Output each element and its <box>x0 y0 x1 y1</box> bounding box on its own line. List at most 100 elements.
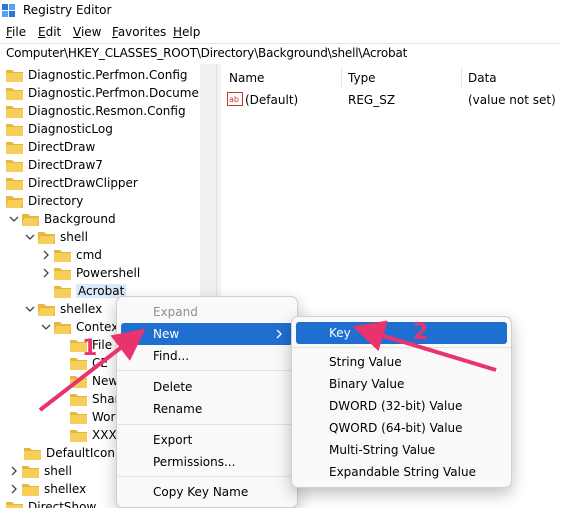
context-menu: Expand New Find... Delete Rename Export … <box>116 296 298 508</box>
tree-item[interactable]: DirectDraw7 <box>6 156 103 174</box>
string-value-icon: ab <box>227 92 243 106</box>
menu-item-delete[interactable]: Delete <box>121 376 293 398</box>
annotation-number-1: 1 <box>82 336 98 361</box>
tree-item-contextmenuhandlers[interactable]: Contex <box>40 318 118 336</box>
menu-file[interactable]: File <box>6 25 26 39</box>
chevron-right-icon[interactable] <box>8 465 20 477</box>
folder-open-icon <box>54 322 71 334</box>
tree-item[interactable]: XXX <box>70 426 117 444</box>
folder-icon <box>54 250 71 262</box>
submenu-item-dword-value[interactable]: DWORD (32-bit) Value <box>296 395 507 417</box>
tree-item[interactable]: DirectDraw <box>6 138 95 156</box>
column-divider[interactable] <box>341 68 342 88</box>
column-header-name[interactable]: Name <box>229 71 264 85</box>
folder-icon <box>6 178 23 190</box>
menu-separator <box>117 476 297 477</box>
menu-item-expand[interactable]: Expand <box>121 301 293 323</box>
folder-icon <box>6 502 23 508</box>
menu-item-rename[interactable]: Rename <box>121 398 293 420</box>
folder-open-icon <box>6 196 23 208</box>
address-bar[interactable]: Computer\HKEY_CLASSES_ROOT\Directory\Bac… <box>0 43 561 65</box>
folder-icon <box>6 88 23 100</box>
chevron-down-icon[interactable] <box>40 321 52 333</box>
tree-item[interactable]: Diagnostic.Perfmon.Document <box>6 84 211 102</box>
column-divider[interactable] <box>461 68 462 88</box>
value-data: (value not set) <box>468 93 556 107</box>
column-header-type[interactable]: Type <box>348 71 376 85</box>
folder-icon <box>22 466 39 478</box>
folder-open-icon <box>38 232 55 244</box>
submenu-item-multi-string-value[interactable]: Multi-String Value <box>296 439 507 461</box>
folder-icon <box>54 268 71 280</box>
submenu-item-expandable-string-value[interactable]: Expandable String Value <box>296 461 507 483</box>
folder-icon <box>6 142 23 154</box>
menu-separator <box>117 370 297 371</box>
address-path: Computer\HKEY_CLASSES_ROOT\Directory\Bac… <box>6 46 408 60</box>
folder-icon <box>6 124 23 136</box>
svg-text:ab: ab <box>229 95 239 104</box>
tree-item[interactable]: DirectShow <box>6 498 96 508</box>
tree-item-cmd[interactable]: cmd <box>40 246 102 264</box>
menu-item-permissions[interactable]: Permissions... <box>121 451 293 473</box>
chevron-down-icon[interactable] <box>24 303 36 315</box>
tree-item-shell[interactable]: shell <box>8 462 72 480</box>
menu-edit[interactable]: Edit <box>38 25 61 39</box>
tree-item-defaulticon[interactable]: DefaultIcon <box>24 444 115 462</box>
folder-icon <box>6 70 23 82</box>
tree-item[interactable]: Diagnostic.Resmon.Config <box>6 102 186 120</box>
value-type: REG_SZ <box>348 93 396 107</box>
submenu-item-binary-value[interactable]: Binary Value <box>296 373 507 395</box>
tree-item-acrobat[interactable]: Acrobat <box>54 282 127 300</box>
folder-icon <box>54 286 71 298</box>
folder-icon <box>24 448 41 460</box>
menu-item-export[interactable]: Export <box>121 429 293 451</box>
folder-open-icon <box>38 304 55 316</box>
window-title: Registry Editor <box>23 3 112 17</box>
menu-item-new[interactable]: New <box>121 323 293 345</box>
column-header-data[interactable]: Data <box>468 71 497 85</box>
chevron-down-icon[interactable] <box>8 213 20 225</box>
folder-open-icon <box>22 214 39 226</box>
title-bar: Registry Editor <box>0 0 561 22</box>
tree-item-shellex[interactable]: shellex <box>24 300 102 318</box>
submenu-item-key[interactable]: Key <box>296 322 507 344</box>
tree-item-powershell[interactable]: Powershell <box>40 264 140 282</box>
registry-editor-icon <box>2 4 15 17</box>
submenu-item-string-value[interactable]: String Value <box>296 351 507 373</box>
tree-item[interactable]: DirectDrawClipper <box>6 174 138 192</box>
chevron-right-icon[interactable] <box>8 483 20 495</box>
submenu-item-qword-value[interactable]: QWORD (64-bit) Value <box>296 417 507 439</box>
chevron-right-icon[interactable] <box>40 249 52 261</box>
tree-item[interactable]: Diagnostic.Perfmon.Config <box>6 66 188 84</box>
chevron-right-icon <box>276 329 282 339</box>
folder-icon <box>70 394 87 406</box>
menu-view[interactable]: View <box>73 25 101 39</box>
new-submenu: Key String Value Binary Value DWORD (32-… <box>291 316 512 488</box>
folder-icon <box>6 106 23 118</box>
value-name: (Default) <box>245 93 299 107</box>
tree-item[interactable]: Wor <box>70 408 115 426</box>
value-row[interactable]: ab (Default) REG_SZ (value not set) <box>221 90 561 110</box>
folder-icon <box>70 376 87 388</box>
folder-icon <box>6 160 23 172</box>
tree-item[interactable]: Directory <box>6 192 83 210</box>
menu-separator <box>292 347 511 348</box>
tree-item[interactable]: Shar <box>70 390 120 408</box>
tree-item[interactable]: New <box>70 372 118 390</box>
tree-item-shellex[interactable]: shellex <box>8 480 86 498</box>
menu-separator <box>117 424 297 425</box>
folder-icon <box>70 412 87 424</box>
chevron-right-icon[interactable] <box>40 267 52 279</box>
menu-item-find[interactable]: Find... <box>121 345 293 367</box>
tree-item[interactable]: DiagnosticLog <box>6 120 113 138</box>
folder-icon <box>22 484 39 496</box>
tree-item-background[interactable]: Background <box>8 210 116 228</box>
chevron-down-icon[interactable] <box>24 231 36 243</box>
menu-item-copy-key-name[interactable]: Copy Key Name <box>121 481 293 503</box>
menu-bar: File Edit View Favorites Help <box>0 22 561 42</box>
folder-icon <box>70 430 87 442</box>
menu-favorites[interactable]: Favorites <box>112 25 166 39</box>
annotation-number-2: 2 <box>413 320 429 345</box>
tree-item-shell[interactable]: shell <box>24 228 88 246</box>
menu-help[interactable]: Help <box>173 25 200 39</box>
